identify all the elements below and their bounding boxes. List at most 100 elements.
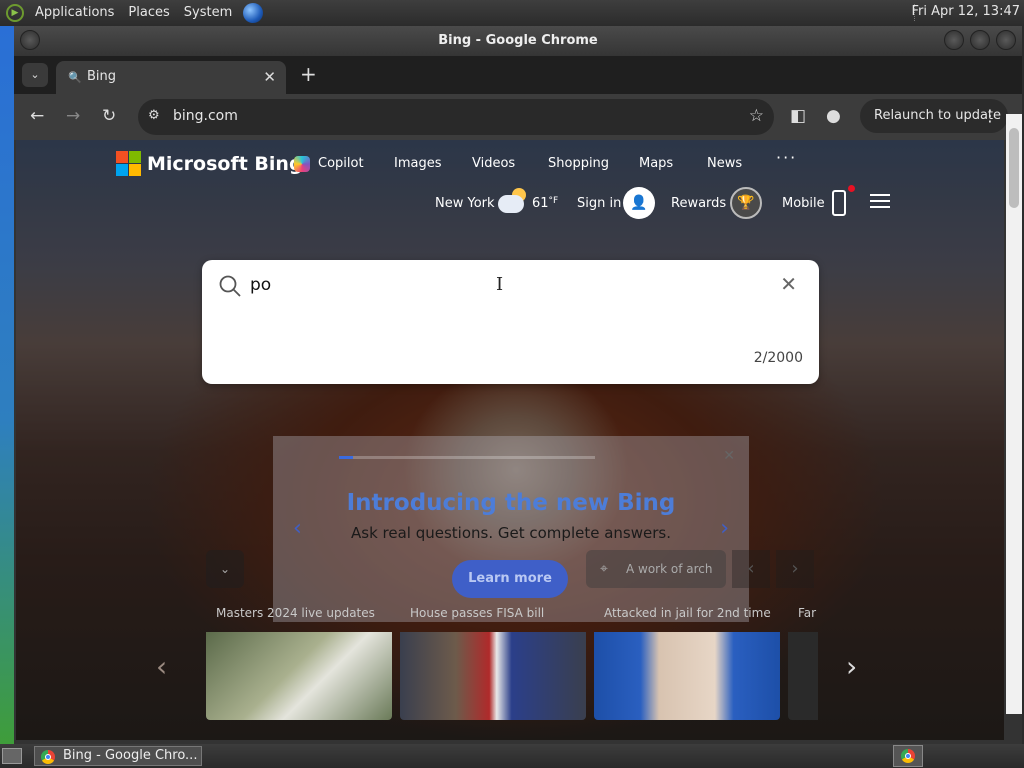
news-card[interactable]: House passes FISA bill: [400, 598, 586, 722]
show-desktop-icon[interactable]: [2, 748, 22, 764]
temperature-value: 61: [532, 196, 549, 211]
nav-videos[interactable]: Videos: [472, 156, 515, 171]
news-title: Far: [798, 606, 817, 620]
promo-progress-bar: [339, 456, 595, 459]
distro-logo-icon[interactable]: ▶: [6, 3, 24, 22]
workspace-switcher[interactable]: [893, 745, 923, 767]
forward-button[interactable]: →: [66, 106, 80, 126]
temperature-unit: °F: [548, 196, 559, 206]
image-info-button[interactable]: ⌖ A work of arch: [586, 550, 726, 588]
learn-more-button[interactable]: Learn more: [452, 560, 568, 598]
location-pin-icon: ⌖: [600, 561, 608, 577]
tab-bing[interactable]: 🔍 Bing ✕: [56, 61, 286, 94]
nav-news[interactable]: News: [707, 156, 742, 171]
promo-title: Introducing the new Bing: [346, 490, 676, 516]
side-panel-icon[interactable]: ◧: [790, 106, 806, 126]
more-nav-button[interactable]: ···: [776, 148, 797, 167]
bing-favicon-icon: 🔍: [68, 71, 82, 84]
web-browser-launcher-icon[interactable]: [243, 2, 264, 23]
chrome-icon: [41, 750, 55, 764]
nav-maps[interactable]: Maps: [639, 156, 673, 171]
news-thumbnail: [206, 632, 392, 720]
nav-images[interactable]: Images: [394, 156, 442, 171]
system-menu[interactable]: System: [177, 5, 239, 20]
news-title: Attacked in jail for 2nd time: [604, 606, 771, 620]
tab-close-icon[interactable]: ✕: [263, 68, 276, 86]
site-info-icon[interactable]: ⚙: [148, 108, 160, 123]
page-scrollbar[interactable]: [1006, 114, 1022, 714]
weather-cloud-icon: [498, 195, 524, 213]
search-box[interactable]: I ✕ 2/2000: [202, 260, 819, 384]
window-title-bar[interactable]: Bing - Google Chrome: [14, 26, 1022, 56]
reload-button[interactable]: ↻: [102, 106, 116, 126]
bing-homepage: Microsoft Bing Copilot Images Videos Sho…: [16, 140, 1004, 740]
news-thumbnail: [594, 632, 780, 720]
news-card[interactable]: Far: [788, 598, 818, 722]
promo-next-icon[interactable]: ›: [720, 516, 729, 541]
expand-chevron-icon[interactable]: ⌄: [206, 550, 244, 588]
tab-strip: ⌄ 🔍 Bing ✕ +: [14, 56, 1022, 94]
tab-title: Bing: [87, 69, 117, 84]
next-image-icon[interactable]: ›: [776, 550, 814, 588]
tab-search-button[interactable]: ⌄: [22, 63, 48, 87]
news-card[interactable]: Attacked in jail for 2nd time: [594, 598, 780, 722]
new-tab-button[interactable]: +: [300, 62, 317, 86]
kebab-menu-icon[interactable]: ⋮: [982, 99, 998, 133]
nav-shopping[interactable]: Shopping: [548, 156, 609, 171]
character-count: 2/2000: [753, 350, 803, 366]
rewards-link[interactable]: Rewards: [671, 196, 726, 211]
mobile-phone-icon[interactable]: [832, 190, 846, 216]
url-text[interactable]: bing.com: [173, 108, 238, 124]
relaunch-to-update-button[interactable]: Relaunch to update ⋮: [860, 99, 1008, 133]
news-thumbnail: [400, 632, 586, 720]
profile-icon[interactable]: ●: [826, 106, 841, 126]
minimize-button[interactable]: [944, 30, 964, 50]
close-window-button[interactable]: [996, 30, 1016, 50]
image-location-label: A work of arch: [626, 562, 713, 576]
back-button[interactable]: ←: [30, 106, 44, 126]
hamburger-menu-icon[interactable]: [870, 194, 890, 212]
browser-window: Bing - Google Chrome ⌄ 🔍 Bing ✕ + ← → ↻ …: [14, 26, 1022, 744]
browser-toolbar: ← → ↻ ⚙ bing.com ☆ ◧ ● Relaunch to updat…: [14, 94, 1022, 140]
brand-name: Microsoft Bing: [147, 152, 303, 175]
search-icon: [219, 275, 241, 297]
desktop-background: [0, 26, 14, 744]
clear-search-icon[interactable]: ✕: [780, 272, 797, 296]
news-card[interactable]: Masters 2024 live updates: [206, 598, 392, 722]
bookmark-star-icon[interactable]: ☆: [749, 106, 764, 126]
clock[interactable]: Fri Apr 12, 13:47: [911, 4, 1020, 19]
maximize-button[interactable]: [970, 30, 990, 50]
news-prev-icon[interactable]: ‹: [156, 650, 167, 683]
chrome-icon: [901, 749, 915, 763]
scrollbar-thumb[interactable]: [1009, 128, 1019, 208]
text-cursor-icon: I: [496, 274, 504, 295]
news-next-icon[interactable]: ›: [846, 650, 857, 683]
promo-close-icon[interactable]: ✕: [723, 448, 735, 464]
mobile-link[interactable]: Mobile: [782, 196, 825, 211]
rewards-trophy-icon[interactable]: 🏆: [730, 187, 762, 219]
applications-menu[interactable]: Applications: [28, 5, 121, 20]
taskbar-window-label: Bing - Google Chro...: [63, 748, 198, 763]
window-title: Bing - Google Chrome: [438, 33, 598, 48]
weather-location[interactable]: New York: [435, 196, 495, 211]
news-title: Masters 2024 live updates: [216, 606, 375, 620]
address-bar[interactable]: ⚙ bing.com ☆: [138, 99, 774, 135]
news-thumbnail: [788, 632, 818, 720]
promo-subtitle: Ask real questions. Get complete answers…: [351, 524, 671, 542]
prev-image-icon[interactable]: ‹: [732, 550, 770, 588]
microsoft-logo-icon: [116, 151, 141, 176]
news-title: House passes FISA bill: [410, 606, 545, 620]
weather-temperature[interactable]: 61°F: [532, 196, 558, 211]
promo-progress-fill: [339, 456, 353, 459]
top-panel: ▶ Applications Places System Fri Apr 12,…: [0, 0, 1024, 25]
taskbar-window-button[interactable]: Bing - Google Chro...: [34, 746, 202, 766]
sign-in-link[interactable]: Sign in: [577, 196, 621, 211]
nav-copilot[interactable]: Copilot: [318, 156, 364, 171]
user-avatar-icon[interactable]: 👤: [623, 187, 655, 219]
copilot-icon: [294, 156, 310, 172]
new-bing-promo: ✕ ‹ Introducing the new Bing Ask real qu…: [273, 436, 749, 622]
microsoft-bing-logo[interactable]: Microsoft Bing: [116, 151, 303, 176]
notification-dot: [848, 185, 855, 192]
places-menu[interactable]: Places: [121, 5, 176, 20]
bottom-taskbar: Bing - Google Chro...: [0, 744, 1024, 768]
